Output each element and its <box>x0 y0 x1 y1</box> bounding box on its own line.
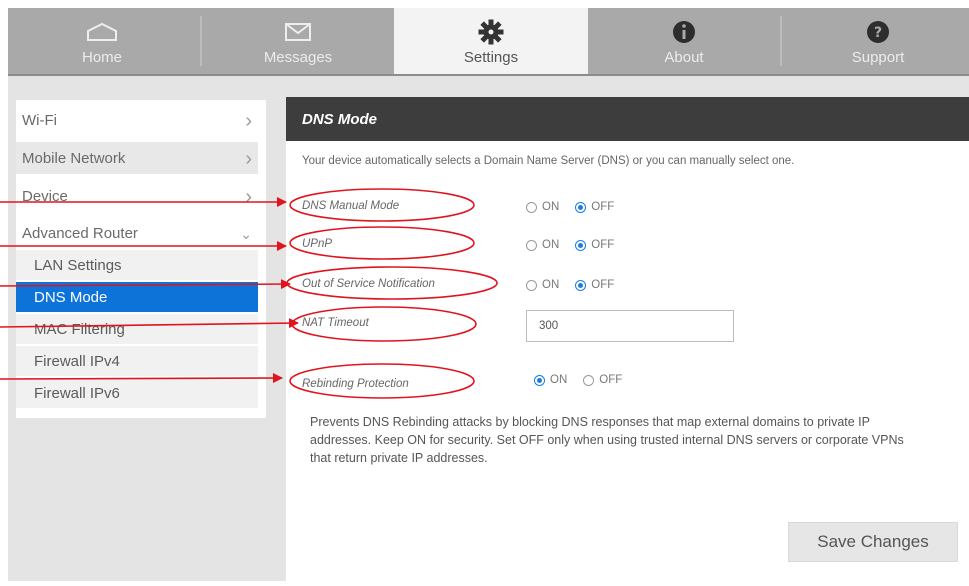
sidebar-item-mobile-network[interactable]: Mobile Network › <box>16 142 258 174</box>
radio-label: OFF <box>591 239 615 251</box>
envelope-icon <box>284 17 312 47</box>
radio-label: ON <box>542 279 560 291</box>
radio-label: ON <box>542 201 560 213</box>
tab-divider <box>780 16 782 66</box>
radio-button[interactable] <box>575 239 587 251</box>
rebinding-protection-help-text: Prevents DNS Rebinding attacks by blocki… <box>310 415 904 465</box>
tab-support-label: Support <box>851 48 905 66</box>
chevron-down-icon: ⌄ <box>240 226 252 242</box>
upnp-off-option[interactable]: OFF <box>575 239 614 251</box>
sidebar-item-advanced-router[interactable]: Advanced Router ⌄ <box>16 217 258 249</box>
sidebar-item-device[interactable]: Device › <box>16 180 258 212</box>
sidebar-item-firewall-ipv4[interactable]: Firewall IPv4 <box>16 346 258 376</box>
radio-label: OFF <box>591 279 615 291</box>
out-of-service-notification-toggle: ON OFF <box>526 279 630 291</box>
upnp-toggle: ON OFF <box>526 239 630 251</box>
tab-settings[interactable]: Settings <box>394 8 588 74</box>
out-of-service-notification-label: Out of Service Notification <box>302 278 435 290</box>
top-nav-bar: Home Messages Settings About ? Support <box>8 8 969 76</box>
info-icon <box>671 17 697 47</box>
sidebar-item-label: Device <box>22 187 68 205</box>
home-icon <box>85 17 119 47</box>
radio-button[interactable] <box>575 279 587 291</box>
rebinding-protection-off-option[interactable]: OFF <box>583 374 622 386</box>
radio-label: OFF <box>599 374 623 386</box>
radio-label: OFF <box>591 201 615 213</box>
chevron-right-icon: › <box>245 148 252 170</box>
panel-description: Your device automatically selects a Doma… <box>302 155 795 167</box>
radio-label: ON <box>550 374 568 386</box>
radio-button[interactable] <box>526 201 537 213</box>
sidebar-item-label: DNS Mode <box>34 288 108 306</box>
sidebar-item-label: Firewall IPv4 <box>34 352 120 370</box>
sidebar-item-label: LAN Settings <box>34 256 122 274</box>
dns-manual-mode-toggle: ON OFF <box>526 201 630 213</box>
radio-button[interactable] <box>526 279 537 291</box>
nat-timeout-label: NAT Timeout <box>302 317 369 329</box>
tab-support[interactable]: ? Support <box>784 8 969 74</box>
gear-icon <box>478 17 504 47</box>
sidebar-item-label: MAC Filtering <box>34 320 125 338</box>
tab-messages-label: Messages <box>263 48 333 66</box>
out-of-service-on-option[interactable]: ON <box>526 279 559 291</box>
save-changes-button[interactable]: Save Changes <box>788 522 958 562</box>
tab-about-label: About <box>664 48 704 66</box>
chevron-right-icon: › <box>245 110 252 132</box>
dns-manual-mode-off-option[interactable]: OFF <box>575 201 614 213</box>
sidebar-item-firewall-ipv6[interactable]: Firewall IPv6 <box>16 378 258 408</box>
dns-mode-panel: DNS Mode Your device automatically selec… <box>286 97 969 581</box>
sidebar: Wi-Fi › Mobile Network › Device › Advanc… <box>16 100 266 418</box>
chevron-right-icon: › <box>245 186 252 208</box>
out-of-service-off-option[interactable]: OFF <box>575 279 614 291</box>
question-icon: ? <box>865 17 891 47</box>
sidebar-item-dns-mode[interactable]: DNS Mode <box>16 282 258 312</box>
dns-manual-mode-label: DNS Manual Mode <box>302 200 400 212</box>
radio-button[interactable] <box>534 374 545 386</box>
upnp-on-option[interactable]: ON <box>526 239 559 251</box>
rebinding-protection-on-option[interactable]: ON <box>534 374 567 386</box>
tab-messages[interactable]: Messages <box>204 8 392 74</box>
tab-home[interactable]: Home <box>8 8 196 74</box>
svg-text:?: ? <box>874 25 882 41</box>
tab-settings-label: Settings <box>463 48 519 66</box>
rebinding-protection-toggle: ON OFF <box>534 374 638 386</box>
tab-about[interactable]: About <box>590 8 778 74</box>
tab-home-label: Home <box>81 48 122 66</box>
dns-manual-mode-on-option[interactable]: ON <box>526 201 559 213</box>
sidebar-item-wifi[interactable]: Wi-Fi › <box>16 104 258 136</box>
tab-divider <box>200 16 202 66</box>
rebinding-protection-label: Rebinding Protection <box>302 378 409 390</box>
sidebar-item-lan-settings[interactable]: LAN Settings <box>16 250 258 280</box>
radio-button[interactable] <box>526 239 537 251</box>
radio-label: ON <box>542 239 560 251</box>
sidebar-item-mac-filtering[interactable]: MAC Filtering <box>16 314 258 344</box>
sidebar-item-label: Wi-Fi <box>22 111 57 129</box>
panel-title: DNS Mode <box>286 97 969 141</box>
radio-button[interactable] <box>583 374 595 386</box>
upnp-label: UPnP <box>302 238 333 250</box>
nat-timeout-input[interactable] <box>526 310 734 342</box>
sidebar-item-label: Mobile Network <box>22 149 126 167</box>
sidebar-item-label: Advanced Router <box>22 224 138 242</box>
sidebar-item-label: Firewall IPv6 <box>34 384 120 402</box>
radio-button[interactable] <box>575 201 587 213</box>
